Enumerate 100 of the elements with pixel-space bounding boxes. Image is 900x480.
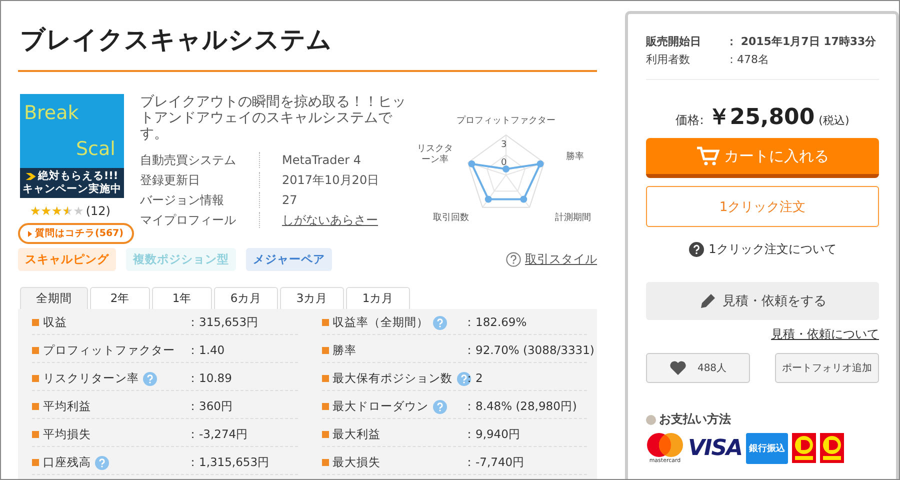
stat-label: 平均利益 <box>43 399 91 414</box>
stat-label: 口座残高 <box>43 455 91 470</box>
bullet-icon <box>322 375 328 382</box>
bullet-icon <box>322 459 328 466</box>
axis-label: リスクターン率 <box>416 144 454 166</box>
star-icon: ★ <box>52 204 62 218</box>
info-label: 登録更新日 <box>140 172 260 188</box>
price-label: 価格: <box>676 112 704 129</box>
period-tab[interactable]: 3カ月 <box>280 287 344 309</box>
stat-value: ：360円 <box>187 399 233 414</box>
arrows-icon <box>26 173 36 180</box>
info-value: MetaTrader 4 <box>281 152 362 168</box>
info-label: バージョン情報 <box>140 192 260 208</box>
campaign-banner[interactable]: 絶対もらえる!!! キャンペーン実施中 <box>20 168 124 198</box>
quote-request-button[interactable]: 見積・依頼をする <box>646 282 879 320</box>
data-point <box>536 160 544 168</box>
help-icon[interactable] <box>456 372 470 386</box>
bullet-icon <box>322 319 328 326</box>
stat-label: 平均損失 <box>43 427 91 442</box>
stat-value: ：-3,274円 <box>187 427 248 442</box>
stat-label: 最大利益 <box>332 427 380 442</box>
detail-label: 販売開始日 <box>646 34 702 49</box>
bullet-icon <box>32 319 39 326</box>
help-icon[interactable] <box>432 316 446 330</box>
convenience-store-icon <box>820 433 844 463</box>
stat-value: ：92.70% (3088/3331) <box>464 343 594 358</box>
tick-label: 3 <box>501 140 507 150</box>
period-tab[interactable]: 2年 <box>90 287 150 309</box>
axis-label: プロフィットファクター <box>456 116 556 127</box>
visa-logo: VISA <box>688 436 742 460</box>
stat-value: ：10.89 <box>187 371 232 386</box>
period-tab[interactable]: 1年 <box>152 287 212 309</box>
like-button[interactable]: 488人 <box>646 353 750 383</box>
page-title: ブレイクスキャルシステム <box>18 21 597 72</box>
stat-label: プロフィットファクター <box>43 343 175 358</box>
bullet-icon <box>32 347 39 354</box>
help-icon <box>506 252 521 267</box>
help-icon[interactable] <box>432 400 446 414</box>
heart-icon <box>669 360 688 376</box>
stat-label: 最大損失 <box>332 455 380 470</box>
info-value: 27 <box>281 192 298 208</box>
help-icon[interactable] <box>143 372 157 386</box>
stat-value: ：1,315,653円 <box>187 455 270 470</box>
stat-label: リスクリターン率 <box>43 371 139 386</box>
payment-title: お支払い方法 <box>659 411 731 428</box>
stat-value: ：182.69% <box>464 315 527 330</box>
bullet-icon <box>322 347 328 354</box>
stat-value: ：315,653円 <box>187 315 259 330</box>
one-click-help-link[interactable]: 1クリック注文について <box>708 241 836 258</box>
star-icon: ★ <box>62 204 74 218</box>
tick-label: 0 <box>501 158 507 168</box>
banner-text: 絶対もらえる!!! <box>26 170 118 183</box>
axis-label: 計測期間 <box>555 212 592 224</box>
data-point <box>520 196 528 203</box>
cart-icon <box>696 145 720 167</box>
period-tab[interactable]: 全期間 <box>20 287 88 309</box>
pen-icon <box>698 292 716 310</box>
info-label: 自動売買システム <box>140 152 260 168</box>
profile-link[interactable]: しがないあらさー <box>260 212 415 228</box>
stat-label: 勝率 <box>332 343 356 358</box>
star-icon: ★ <box>73 204 84 218</box>
stat-value: ：2 <box>464 371 483 386</box>
period-tab[interactable]: 1カ月 <box>346 287 410 309</box>
data-point <box>502 166 510 172</box>
star-icon: ★ <box>30 204 41 218</box>
data-point <box>468 160 476 168</box>
period-tab[interactable]: 6カ月 <box>214 287 278 309</box>
add-portfolio-button[interactable]: ポートフォリオ追加 <box>775 353 879 383</box>
detail-label: 利用者数 <box>646 52 691 67</box>
info-label: マイプロフィール <box>140 212 260 228</box>
bullet-icon <box>646 414 656 424</box>
bullet-icon <box>32 431 39 438</box>
bullet-icon <box>322 403 328 410</box>
tax-note: (税込) <box>818 113 850 128</box>
stat-label: 収益率（全期間） <box>332 315 428 330</box>
bullet-icon <box>32 375 39 382</box>
bullet-icon <box>32 403 39 410</box>
bank-transfer-badge: 銀行振込 <box>746 432 788 464</box>
trading-style-link[interactable]: 取引スタイル <box>525 251 597 268</box>
product-description: ブレイクアウトの瞬間を掠め取る！！ヒットアンドアウェイのスキャルシステムです。 <box>140 94 407 142</box>
stat-value: ：8.48% (28,980円) <box>464 399 577 414</box>
axis-label: 取引回数 <box>433 212 470 224</box>
star-icon: ★ <box>40 204 52 218</box>
stat-label: 収益 <box>43 315 67 330</box>
axis-label: 勝率 <box>566 152 584 164</box>
stat-value: ：9,940円 <box>464 427 520 442</box>
stat-label: 最大保有ポジション数 <box>332 371 452 386</box>
bullet-icon <box>32 459 39 466</box>
convenience-store-icon <box>792 433 816 463</box>
detail-value: ： 2015年1月7日 17時33分 <box>726 34 878 49</box>
stat-value: ：1.40 <box>187 343 225 358</box>
data-point <box>484 196 492 203</box>
info-value: 2017年10月20日 <box>281 172 380 188</box>
banner-text: キャンペーン実施中 <box>22 183 122 196</box>
review-count: (12) <box>86 204 110 218</box>
quote-info-link[interactable]: 見積・依頼について <box>771 326 879 343</box>
detail-value: ：478名 <box>726 52 770 67</box>
help-icon[interactable] <box>95 456 109 470</box>
stat-value: ：-7,740円 <box>464 455 525 470</box>
stat-label: 最大ドローダウン <box>332 399 428 414</box>
